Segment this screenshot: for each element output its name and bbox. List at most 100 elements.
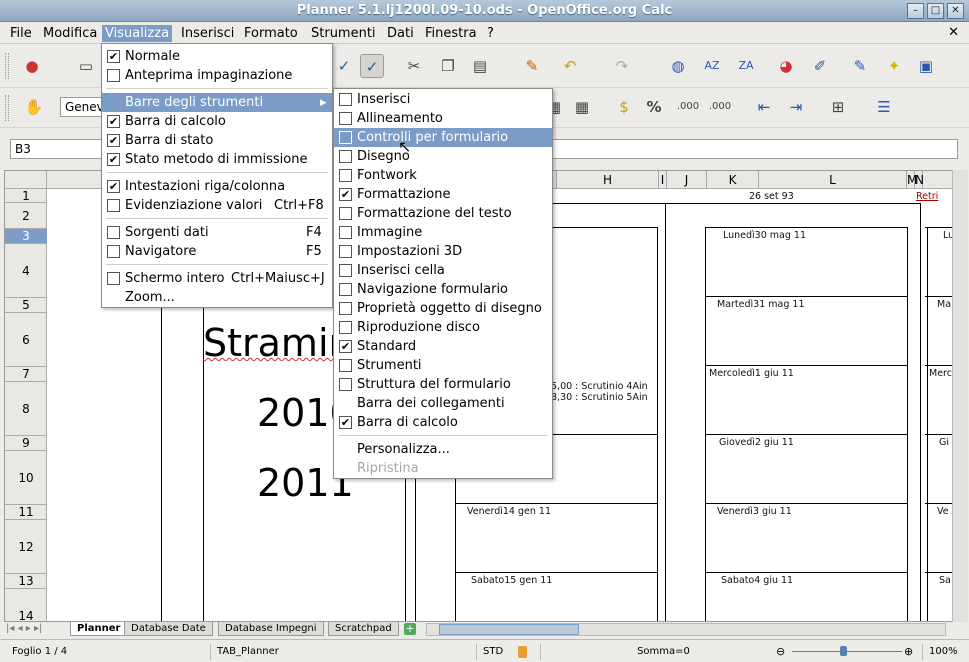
submenu-item-ripristina[interactable]: Ripristina [334,459,552,478]
tab-nav-arrows-icon[interactable]: |◂ ◂ ▸ ▸| [6,623,42,634]
cell-day[interactable]: Lunedì30 mag 11 [723,230,806,241]
toolbar-grip[interactable] [5,95,9,121]
status-mode[interactable]: STD [476,644,510,660]
zoom-out-icon[interactable]: ⊖ [776,645,785,658]
auto-spellcheck-icon[interactable]: ✓ [360,54,384,78]
submenu-item-navigazione-formulario[interactable]: Navigazione formulario [334,280,552,299]
row-header[interactable]: 2 [5,203,47,229]
paste-icon[interactable]: ▤ [468,54,492,78]
cell-day[interactable]: Ve [937,506,949,517]
border-grid-icon[interactable]: ▦ [570,95,594,119]
submenu-item-inserisci[interactable]: Inserisci [334,90,552,109]
submenu-item-personalizza[interactable]: Personalizza... [334,440,552,459]
menu-item-evidenziazione[interactable]: Evidenziazione valori Ctrl+F8 [102,196,332,215]
cell-note[interactable]: 8,30 : Scrutinio 5Ain [551,392,648,403]
increase-indent-icon[interactable]: ⇥ [784,95,808,119]
cell-day[interactable]: Ma [937,299,951,310]
zoom-in-icon[interactable]: ⊕ [904,645,913,658]
column-header-h[interactable]: H [557,171,659,189]
submenu-item-formattazione-testo[interactable]: Formattazione del testo [334,204,552,223]
draw-functions-icon[interactable]: ✐ [808,54,832,78]
row-header[interactable]: 1 [5,189,47,203]
cell-day[interactable]: Martedì31 mag 11 [717,299,805,310]
spellcheck-icon[interactable]: ✓ [332,54,356,78]
cell-note[interactable]: 5,00 : Scrutinio 4Ain [551,381,648,392]
menu-item-schermo-intero[interactable]: Schermo intero Ctrl+Maiusc+J [102,269,332,288]
menu-visualizza[interactable]: Visualizza [102,25,173,42]
hyperlink-icon[interactable]: ◍ [666,54,690,78]
menu-strumenti[interactable]: Strumenti [308,25,379,42]
menu-file[interactable]: File [7,25,35,42]
maximize-button[interactable]: □ [927,3,944,19]
menu-item-zoom[interactable]: Zoom... [102,288,332,307]
menu-item-barra-calcolo[interactable]: ✔ Barra di calcolo [102,112,332,131]
row-header[interactable]: 8 [5,382,47,436]
name-box[interactable]: B3 [10,139,102,159]
submenu-item-impostazioni-3d[interactable]: Impostazioni 3D [334,242,552,261]
font-name-box[interactable]: Geneva [60,97,104,117]
find-replace-icon[interactable]: ✎ [848,54,872,78]
navigator-icon[interactable]: ✦ [882,54,906,78]
cell-day[interactable]: Mercoledì1 giu 11 [709,368,794,379]
formula-input[interactable] [552,139,958,159]
menu-item-navigatore[interactable]: Navigatore F5 [102,242,332,261]
submenu-item-disegno[interactable]: Disegno [334,147,552,166]
cell-day[interactable]: Sa [939,575,951,586]
row-header[interactable]: 13 [5,574,47,589]
cell-big-text[interactable]: Stramin [203,321,353,365]
cell-day[interactable]: Gi [939,437,949,448]
menu-item-stato-metodo[interactable]: ✔ Stato metodo di immissione [102,150,332,169]
row-header[interactable]: 6 [5,313,47,367]
submenu-item-standard[interactable]: ✔ Standard [334,337,552,356]
undo-icon[interactable]: ↶ [558,54,582,78]
cell-day[interactable]: Venerdì3 giu 11 [717,506,792,517]
percent-icon[interactable]: % [642,95,666,119]
cut-icon[interactable]: ✂ [402,54,426,78]
row-header[interactable]: 11 [5,505,47,520]
chart-icon[interactable]: ◕ [774,54,798,78]
add-decimal-icon[interactable]: .000 [676,95,700,119]
close-window-button[interactable]: ✕ [947,3,964,19]
new-document-icon[interactable]: ● [20,54,44,78]
menu-dati[interactable]: Dati [384,25,417,42]
menu-formato[interactable]: Formato [241,25,301,42]
menu-item-normale[interactable]: ✔ Normale [102,47,332,66]
cell-day[interactable]: Giovedì2 giu 11 [719,437,794,448]
row-header[interactable]: 14 [5,589,47,621]
copy-icon[interactable]: ❐ [436,54,460,78]
minimize-button[interactable]: – [907,3,924,19]
submenu-item-strumenti[interactable]: Strumenti [334,356,552,375]
add-sheet-icon[interactable]: + [404,623,416,635]
menu-item-sorgenti-dati[interactable]: Sorgenti dati F4 [102,223,332,242]
submenu-item-immagine[interactable]: Immagine [334,223,552,242]
line-style-icon[interactable]: ☰ [872,95,896,119]
sort-descending-icon[interactable]: ZA [734,54,758,78]
sort-ascending-icon[interactable]: AZ [700,54,724,78]
row-header[interactable]: 10 [5,451,47,505]
menu-inserisci[interactable]: Inserisci [178,25,237,42]
submenu-item-riproduzione-disco[interactable]: Riproduzione disco [334,318,552,337]
menu-item-barre-strumenti[interactable]: Barre degli strumenti ▸ [102,93,332,112]
row-header-selected[interactable]: 3 [5,229,47,244]
column-header-j[interactable]: J [667,171,707,189]
redo-icon[interactable]: ↷ [610,54,634,78]
row-header[interactable]: 5 [5,298,47,313]
delete-decimal-icon[interactable]: .000 [708,95,732,119]
column-header-m[interactable]: M [907,171,917,189]
scrollbar-thumb[interactable] [439,624,579,635]
open-folder-icon[interactable]: ▭ [74,54,98,78]
sheet-tab-planner[interactable]: Planner [70,622,128,636]
toolbar-grip[interactable] [5,53,9,79]
cell-day[interactable]: Merc [929,368,952,379]
close-document-icon[interactable]: ✕ [948,25,959,40]
submenu-item-proprieta-disegno[interactable]: Proprietà oggetto di disegno [334,299,552,318]
menu-item-barra-stato[interactable]: ✔ Barra di stato [102,131,332,150]
menu-item-intestazioni[interactable]: ✔ Intestazioni riga/colonna [102,177,332,196]
submenu-item-barra-calcolo[interactable]: ✔ Barra di calcolo [334,413,552,432]
styles-icon[interactable]: ✋ [22,95,46,119]
column-header-n[interactable]: N [915,171,924,189]
horizontal-scrollbar[interactable] [426,623,946,636]
submenu-item-barra-collegamenti[interactable]: Barra dei collegamenti [334,394,552,413]
submenu-item-allineamento[interactable]: Allineamento [334,109,552,128]
sheet-tab-database-impegni[interactable]: Database Impegni [218,622,324,636]
